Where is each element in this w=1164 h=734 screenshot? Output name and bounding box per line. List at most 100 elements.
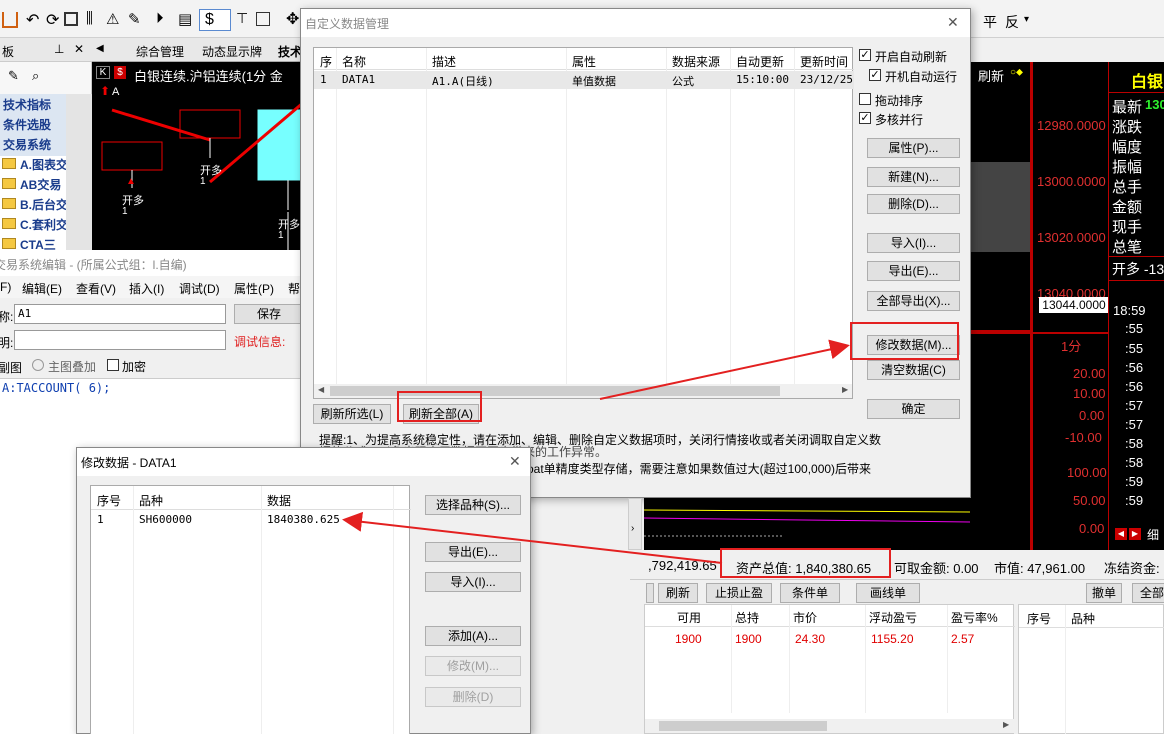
tab-scroll-left-icon[interactable]: ◀ <box>96 43 104 54</box>
chevron-right-icon[interactable]: › <box>631 523 634 534</box>
add-button[interactable]: 添加(A)... <box>425 626 521 646</box>
refresh-all-button[interactable]: 刷新全部(A) <box>403 404 479 424</box>
column-header[interactable]: 属性 <box>572 53 596 70</box>
toolbar-flat-button[interactable]: 平 <box>983 12 997 32</box>
menu-view[interactable]: 查看(V) <box>76 280 116 297</box>
line-order-button[interactable]: 画线单 <box>856 583 920 603</box>
download-icon[interactable] <box>2 12 18 28</box>
ok-button[interactable]: 确定 <box>867 399 960 419</box>
scroll-left-icon[interactable]: ◀ <box>318 385 324 394</box>
column-header[interactable]: 可用 <box>677 609 701 626</box>
close-icon[interactable]: ✕ <box>74 42 84 56</box>
scroll-left-icon[interactable]: ◀ <box>1115 528 1127 540</box>
drag-sort-checkbox[interactable] <box>859 93 871 105</box>
search-icon[interactable]: ⌕ <box>32 68 39 84</box>
edit-icon[interactable]: ✎ <box>128 10 141 28</box>
import-button[interactable]: 导入(I)... <box>425 572 521 592</box>
stop-loss-button[interactable]: 止损止盈 <box>706 583 772 603</box>
horizontal-scrollbar[interactable]: ▶ <box>645 719 1015 733</box>
column-header[interactable]: 品种 <box>139 492 163 509</box>
column-header[interactable]: 浮动盈亏 <box>869 609 917 626</box>
candle-icon[interactable]: ⫼ <box>86 10 93 27</box>
trade-blank-button[interactable] <box>646 583 654 603</box>
horizontal-scrollbar[interactable]: ◀ ▶ <box>314 384 852 398</box>
auto-refresh-checkbox[interactable]: ✓ <box>859 49 871 61</box>
delete-button[interactable]: 删除(D)... <box>867 194 960 214</box>
pin-icon[interactable]: ⊥ <box>54 42 64 56</box>
warning-icon[interactable]: ⚠ <box>106 10 119 28</box>
filter-icon[interactable]: ⊤ <box>236 10 248 27</box>
tab-dynamic-board[interactable]: 动态显示牌 <box>202 43 262 60</box>
column-header[interactable]: 盈亏率% <box>951 609 998 626</box>
close-icon[interactable]: ✕ <box>509 453 521 470</box>
scroll-right-icon[interactable]: ▶ <box>1129 528 1141 540</box>
refresh-label[interactable]: 刷新 <box>978 66 1004 85</box>
menu-properties[interactable]: 属性(P) <box>234 280 274 297</box>
column-header[interactable]: 总持 <box>735 609 759 626</box>
select-symbol-button[interactable]: 选择品种(S)... <box>425 495 521 515</box>
column-header[interactable]: 更新时间 <box>800 53 848 70</box>
column-header[interactable]: 描述 <box>432 53 456 70</box>
tab-technical[interactable]: 技术 <box>278 43 302 60</box>
modify-button[interactable]: 修改(M)... <box>425 656 521 676</box>
cancel-order-button[interactable]: 撤单 <box>1086 583 1122 603</box>
column-header[interactable]: 自动更新 <box>736 53 784 70</box>
close-icon[interactable]: ✕ <box>947 14 959 31</box>
conditional-order-button[interactable]: 条件单 <box>780 583 840 603</box>
table-row[interactable]: 1 DATA1 A1.A(日线) 单值数据 公式 15:10:00 23/12/… <box>314 71 854 89</box>
description-input[interactable] <box>14 330 226 350</box>
menu-edit[interactable]: 编辑(E) <box>22 280 62 297</box>
encrypt-checkbox[interactable] <box>107 359 119 371</box>
export-button[interactable]: 导出(E)... <box>867 261 960 281</box>
clear-data-button[interactable]: 清空数据(C) <box>867 360 960 380</box>
panel-item-trading-system[interactable]: 交易系统 <box>3 136 51 153</box>
export-all-button[interactable]: 全部导出(X)... <box>867 291 960 311</box>
refresh-selected-button[interactable]: 刷新所选(L) <box>313 404 391 424</box>
tab-overview[interactable]: 综合管理 <box>136 43 184 60</box>
column-header[interactable]: 品种 <box>1071 610 1095 627</box>
all-button[interactable]: 全部 <box>1132 583 1164 603</box>
column-header[interactable]: 序号 <box>1027 610 1051 627</box>
export-button[interactable]: 导出(E)... <box>425 542 521 562</box>
panel-item-indicators[interactable]: 技术指标 <box>3 96 51 113</box>
modify-data-button[interactable]: 修改数据(M)... <box>867 335 960 355</box>
chart-icon[interactable] <box>256 12 270 26</box>
column-header[interactable]: 数据 <box>267 492 291 509</box>
menu-insert[interactable]: 插入(I) <box>129 280 164 297</box>
scroll-right-icon[interactable]: ▶ <box>1003 720 1009 729</box>
save-button[interactable]: 保存 <box>234 304 304 324</box>
panel-item-screening[interactable]: 条件选股 <box>3 116 51 133</box>
menu-help[interactable]: 帮 <box>288 280 300 297</box>
multicore-checkbox[interactable]: ✓ <box>859 112 871 124</box>
move-icon[interactable]: ✥ <box>286 9 299 29</box>
toolbar-reverse-button[interactable]: 反 <box>1005 12 1019 32</box>
properties-button[interactable]: 属性(P)... <box>867 138 960 158</box>
import-button[interactable]: 导入(I)... <box>867 233 960 253</box>
subchart-option[interactable]: 副图 <box>0 359 22 376</box>
table-row[interactable]: 1 SH600000 1840380.625 <box>91 511 411 529</box>
currency-dropdown[interactable]: $ <box>199 9 231 31</box>
main-overlay-radio[interactable] <box>32 359 44 371</box>
trade-refresh-button[interactable]: 刷新 <box>658 583 698 603</box>
detail-label[interactable]: 细 <box>1147 526 1159 543</box>
column-header[interactable]: 序号 <box>97 492 121 509</box>
kline-chart[interactable]: K $ 白银连续.沪铝连续(1分 金 ⬆ A ▲ 开多 1 开多 1 开多 1 <box>92 62 304 250</box>
scroll-right-icon[interactable]: ▶ <box>842 385 848 394</box>
column-header[interactable]: 序 <box>320 53 332 70</box>
document-icon[interactable]: ▤ <box>178 10 192 28</box>
delete-button[interactable]: 删除(D) <box>425 687 521 707</box>
menu-file[interactable]: F) <box>0 280 11 294</box>
name-input[interactable]: A1 <box>14 304 226 324</box>
play-icon[interactable]: ⏵ <box>156 10 164 27</box>
menu-debug[interactable]: 调试(D) <box>179 280 220 297</box>
column-header[interactable]: 数据来源 <box>672 53 720 70</box>
new-button[interactable]: 新建(N)... <box>867 167 960 187</box>
side-scrollbar[interactable]: › <box>628 498 642 550</box>
column-header[interactable]: 名称 <box>342 53 366 70</box>
table-row[interactable]: 1900 1900 24.30 1155.20 2.57 <box>645 627 1015 649</box>
chevron-down-icon[interactable]: ▾ <box>1024 14 1029 25</box>
autorun-checkbox[interactable]: ✓ <box>869 69 881 81</box>
column-header[interactable]: 市价 <box>793 609 817 626</box>
grid-icon[interactable] <box>64 12 78 26</box>
undo-icon[interactable]: ↶ <box>26 10 39 30</box>
